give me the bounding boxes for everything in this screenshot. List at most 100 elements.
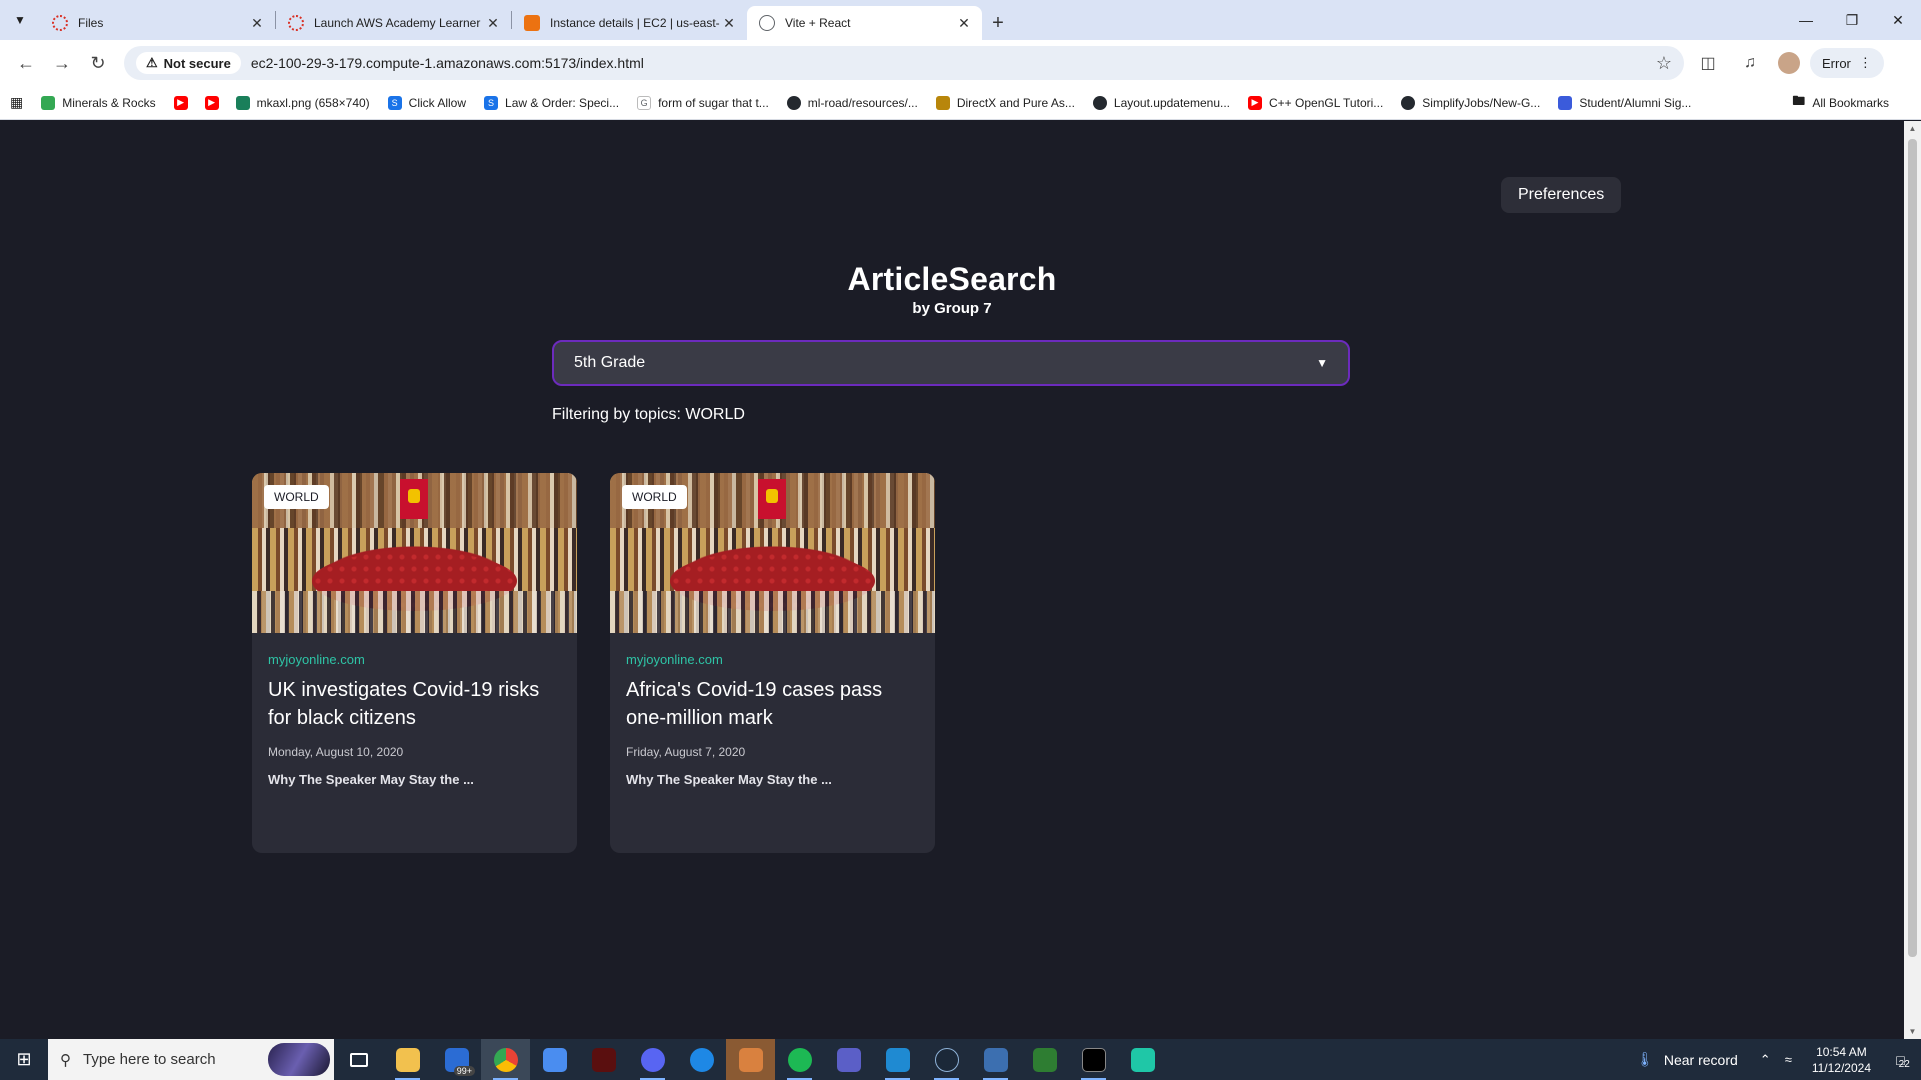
tools-icon bbox=[983, 1047, 1008, 1072]
arrow-left-icon: ← bbox=[17, 52, 35, 73]
tab-files[interactable]: Files ✕ bbox=[40, 6, 275, 40]
article-headline[interactable]: UK investigates Covid-19 risks for black… bbox=[268, 676, 558, 732]
forward-button[interactable]: → bbox=[44, 45, 80, 81]
bookmark-item[interactable]: S Law & Order: Speci... bbox=[484, 95, 620, 110]
clock[interactable]: 10:54 AM 11/12/2024 bbox=[1812, 1044, 1871, 1076]
taskbar-discord[interactable] bbox=[628, 1039, 677, 1080]
grade-select[interactable]: 5th Grade ▼ bbox=[552, 340, 1350, 386]
taskbar-store[interactable] bbox=[530, 1039, 579, 1080]
bookmark-item[interactable]: S Click Allow bbox=[387, 95, 466, 110]
task-view-icon bbox=[349, 1052, 368, 1067]
security-chip[interactable]: ⚠ Not secure bbox=[136, 52, 241, 74]
taskbar-app-teal[interactable] bbox=[1118, 1039, 1167, 1080]
taskbar-chrome[interactable] bbox=[481, 1039, 530, 1080]
taskbar-app-tools[interactable] bbox=[971, 1039, 1020, 1080]
github-icon bbox=[786, 95, 801, 110]
tab-ec2-instance[interactable]: Instance details | EC2 | us-east- ✕ bbox=[512, 6, 747, 40]
weather-widget[interactable]: 🌡 Near record bbox=[1636, 1051, 1738, 1068]
taskbar-app-blue[interactable] bbox=[677, 1039, 726, 1080]
bookmark-item[interactable]: ml-road/resources/... bbox=[786, 95, 918, 110]
tab-search-button[interactable]: ▼ bbox=[0, 0, 40, 40]
mail-badge: 99+ bbox=[453, 1066, 475, 1076]
close-icon[interactable]: ✕ bbox=[249, 15, 265, 32]
taskbar-app-red[interactable] bbox=[579, 1039, 628, 1080]
bookmark-item[interactable]: Gform of sugar that t... bbox=[637, 95, 769, 110]
article-snippet: Why The Speaker May Stay the ... bbox=[268, 772, 474, 787]
taskbar-app-green[interactable] bbox=[1020, 1039, 1069, 1080]
article-source[interactable]: myjoyonline.com bbox=[268, 652, 365, 667]
reload-button[interactable]: ↻ bbox=[80, 45, 116, 81]
bookmark-label: Law & Order: Speci... bbox=[505, 95, 620, 110]
bookmark-item[interactable]: ▶ C++ OpenGL Tutori... bbox=[1248, 95, 1383, 110]
notification-count: 22 bbox=[1898, 1059, 1910, 1070]
media-controls-icon[interactable]: ♫ bbox=[1732, 45, 1768, 81]
preferences-button[interactable]: Preferences bbox=[1501, 177, 1622, 213]
taskbar-steam[interactable] bbox=[922, 1039, 971, 1080]
steam-icon bbox=[934, 1047, 959, 1072]
taskbar-vscode[interactable] bbox=[873, 1039, 922, 1080]
new-tab-button[interactable]: + bbox=[982, 6, 1014, 40]
url-text[interactable]: ec2-100-29-3-179.compute-1.amazonaws.com… bbox=[251, 55, 1656, 71]
scroll-up-icon[interactable]: ▲ bbox=[1904, 124, 1921, 133]
arrow-right-icon: → bbox=[53, 52, 71, 73]
article-card[interactable]: WORLD myjoyonline.com Africa's Covid-19 … bbox=[610, 473, 935, 853]
apps-button[interactable]: ▦ bbox=[10, 94, 23, 111]
discord-icon bbox=[640, 1047, 665, 1072]
tab-vite-react[interactable]: Vite + React ✕ bbox=[747, 6, 982, 40]
s-logo-icon: S bbox=[387, 95, 402, 110]
wifi-icon[interactable]: ≈ bbox=[1785, 1052, 1792, 1067]
taskbar-teams[interactable] bbox=[824, 1039, 873, 1080]
youtube-icon: ▶ bbox=[173, 95, 188, 110]
bookmark-item[interactable]: DirectX and Pure As... bbox=[935, 95, 1075, 110]
tab-title: Launch AWS Academy Learner bbox=[314, 16, 481, 30]
address-bar[interactable]: ⚠ Not secure ec2-100-29-3-179.compute-1.… bbox=[124, 46, 1684, 80]
page-subtitle: by Group 7 bbox=[912, 300, 992, 317]
scroll-down-icon[interactable]: ▼ bbox=[1904, 1027, 1921, 1036]
back-button[interactable]: ← bbox=[8, 45, 44, 81]
site-icon bbox=[1558, 95, 1573, 110]
article-source[interactable]: myjoyonline.com bbox=[626, 652, 723, 667]
bookmark-star-icon[interactable]: ☆ bbox=[1656, 53, 1672, 74]
all-bookmarks-button[interactable]: 🖿 All Bookmarks bbox=[1792, 92, 1889, 114]
notification-center-button[interactable]: □ 22 bbox=[1885, 1049, 1921, 1071]
chevron-up-icon[interactable]: ⌃ bbox=[1760, 1052, 1771, 1068]
taskbar-terminal[interactable] bbox=[1069, 1039, 1118, 1080]
restore-button[interactable]: ❐ bbox=[1829, 0, 1875, 40]
scrollbar-thumb[interactable] bbox=[1908, 139, 1917, 957]
task-view-button[interactable] bbox=[334, 1039, 383, 1080]
globe-icon bbox=[759, 15, 775, 31]
close-window-button[interactable]: ✕ bbox=[1875, 0, 1921, 40]
minimize-button[interactable]: — bbox=[1783, 0, 1829, 40]
taskbar-spotify[interactable] bbox=[775, 1039, 824, 1080]
site-icon bbox=[1092, 95, 1107, 110]
bookmark-item[interactable]: ▶ bbox=[173, 95, 195, 110]
bookmark-item[interactable]: ▶ bbox=[204, 95, 226, 110]
bookmark-item[interactable]: mkaxl.png (658×740) bbox=[235, 95, 370, 110]
bookmark-item[interactable]: Minerals & Rocks bbox=[41, 95, 156, 110]
avatar[interactable] bbox=[1778, 52, 1800, 74]
bookmark-item[interactable]: Layout.updatemenu... bbox=[1092, 95, 1230, 110]
close-icon[interactable]: ✕ bbox=[956, 15, 972, 32]
chrome-icon bbox=[493, 1047, 518, 1072]
bookmark-item[interactable]: SimplifyJobs/New-G... bbox=[1401, 95, 1540, 110]
start-button[interactable]: ⊞ bbox=[0, 1039, 48, 1080]
weather-text: Near record bbox=[1663, 1051, 1738, 1068]
grade-select-value: 5th Grade bbox=[574, 354, 646, 371]
bookmark-item[interactable]: Student/Alumni Sig... bbox=[1558, 95, 1691, 110]
tab-title: Files bbox=[78, 16, 104, 30]
tab-launch-aws[interactable]: Launch AWS Academy Learner ✕ bbox=[276, 6, 511, 40]
profile-error-button[interactable]: Error ⋮ bbox=[1810, 48, 1884, 78]
taskbar-file-explorer[interactable] bbox=[383, 1039, 432, 1080]
close-icon[interactable]: ✕ bbox=[485, 15, 501, 32]
article-card[interactable]: WORLD myjoyonline.com UK investigates Co… bbox=[252, 473, 577, 853]
folder-icon: 🖿 bbox=[1792, 92, 1806, 108]
taskbar-search[interactable]: ⚲ Type here to search bbox=[48, 1039, 334, 1080]
google-icon: G bbox=[637, 95, 652, 110]
page-scrollbar[interactable]: ▲ ▼ bbox=[1904, 121, 1921, 1039]
close-icon[interactable]: ✕ bbox=[721, 15, 737, 32]
article-headline[interactable]: Africa's Covid-19 cases pass one-million… bbox=[626, 676, 916, 732]
extensions-icon[interactable]: ◫ bbox=[1690, 45, 1726, 81]
taskbar-mail[interactable]: 99+ bbox=[432, 1039, 481, 1080]
windows-logo-icon: ⊞ bbox=[16, 1049, 32, 1069]
taskbar-app-orange[interactable] bbox=[726, 1039, 775, 1080]
